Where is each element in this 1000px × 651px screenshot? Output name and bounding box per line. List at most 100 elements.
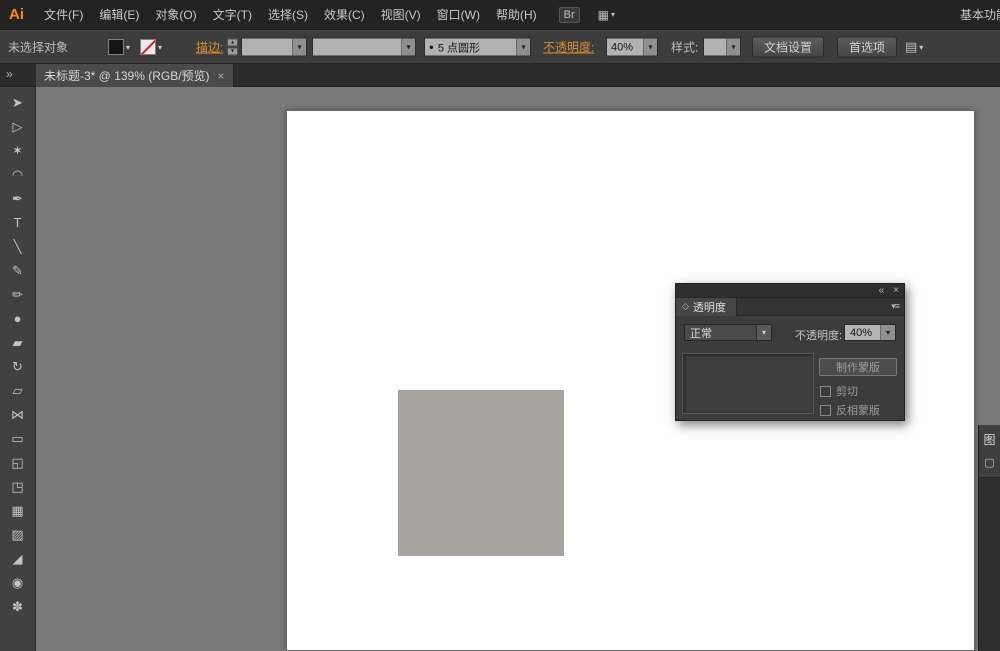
menu-item[interactable]: 选择(S) xyxy=(260,0,316,30)
panel-opacity-select[interactable]: 40% ▾ xyxy=(844,324,896,341)
bridge-icon[interactable]: Br xyxy=(559,7,580,23)
document-tab-bar: » 未标题-3* @ 139% (RGB/预览) × xyxy=(0,64,1000,87)
workspace-switcher[interactable]: 基本功能 xyxy=(960,0,1000,30)
brush-definition-select[interactable]: ●5 点圆形 ▾ xyxy=(424,38,531,57)
invert-mask-label: 反相蒙版 xyxy=(836,402,880,418)
rotate-tool[interactable]: ↻ xyxy=(5,359,31,375)
menu-item[interactable]: 编辑(E) xyxy=(91,0,147,30)
paintbrush-tool[interactable]: ✎ xyxy=(5,263,31,279)
menu-item[interactable]: 文件(F) xyxy=(36,0,91,30)
document-setup-button[interactable]: 文档设置 xyxy=(752,37,824,58)
panel-collapse-icon[interactable]: « xyxy=(879,284,885,298)
transparency-panel-header[interactable]: « × xyxy=(676,284,904,298)
clip-checkbox-row: 剪切 xyxy=(820,383,858,399)
pen-tool[interactable]: ✒ xyxy=(5,191,31,207)
tools-panel: ➤ ▷ ✶ ◠ ✒ T xyxy=(0,87,36,651)
chevron-down-icon: ▾ xyxy=(880,325,895,340)
menu-item[interactable]: 效果(C) xyxy=(316,0,373,30)
menu-item[interactable]: 窗口(W) xyxy=(429,0,488,30)
panel-menu-icon[interactable]: ▾≡ xyxy=(891,301,899,312)
eraser-tool[interactable]: ▰ xyxy=(5,335,31,351)
opacity-value: 40% xyxy=(607,39,643,56)
opacity-select[interactable]: 40% ▾ xyxy=(606,38,658,57)
shape-builder-tool[interactable]: ◱ xyxy=(5,455,31,471)
panel-opacity-value: 40% xyxy=(845,325,880,340)
style-label: 样式: xyxy=(671,39,698,56)
type-tool[interactable]: T xyxy=(5,215,31,231)
invert-mask-checkbox-row: 反相蒙版 xyxy=(820,402,880,418)
magic-wand-tool[interactable]: ✶ xyxy=(5,143,31,159)
chevron-down-icon: ▾ xyxy=(401,39,415,56)
width-tool[interactable]: ⋈ xyxy=(5,407,31,423)
pencil-tool[interactable]: ✏ xyxy=(5,287,31,303)
make-mask-button[interactable]: 制作蒙版 xyxy=(819,358,897,376)
perspective-grid-tool[interactable]: ◳ xyxy=(5,479,31,495)
illustrator-window: 图 ▢ « × ◇ 透明度 ▾≡ 正常 ▾ 不透明度: 40% xyxy=(0,0,1000,651)
right-panel-dock: 图 ▢ xyxy=(978,425,1000,651)
menu-bar: Ai 文件(F)编辑(E)对象(O)文字(T)选择(S)效果(C)视图(V)窗口… xyxy=(0,0,1000,30)
panel-tab-icon: ◇ xyxy=(682,301,689,312)
blend-tool[interactable]: ◉ xyxy=(5,575,31,591)
symbol-sprayer-tool[interactable]: ✽ xyxy=(5,599,31,615)
menu-item[interactable]: 对象(O) xyxy=(147,0,204,30)
style-select[interactable]: ▾ xyxy=(703,38,741,57)
stroke-weight-stepper[interactable]: ▴ ▾ xyxy=(227,39,238,56)
preferences-button[interactable]: 首选项 xyxy=(837,37,897,58)
gradient-tool[interactable]: ▨ xyxy=(5,527,31,543)
stroke-weight-value xyxy=(242,39,292,56)
artboard-rectangle[interactable] xyxy=(398,390,564,556)
transparency-panel-body: 正常 ▾ 不透明度: 40% ▾ 制作蒙版 剪切 反相蒙版 xyxy=(676,316,904,420)
chevron-down-icon: ▾ xyxy=(158,43,162,52)
chevron-down-icon: ▾ xyxy=(756,325,771,340)
stroke-panel-link[interactable]: 描边: xyxy=(196,39,223,56)
brush-dot-icon: ● xyxy=(429,43,434,52)
arrange-documents-control[interactable]: ▦ ▾ xyxy=(598,8,615,22)
chevron-down-icon: ▾ xyxy=(292,39,306,56)
width-profile-select[interactable]: ▾ xyxy=(312,38,416,57)
style-value xyxy=(704,39,726,56)
blob-brush-tool[interactable]: ● xyxy=(5,311,31,327)
free-transform-tool[interactable]: ▭ xyxy=(5,431,31,447)
fill-swatch-icon xyxy=(108,39,124,55)
chevron-down-icon: ▾ xyxy=(126,43,130,52)
menu-item[interactable]: 文字(T) xyxy=(205,0,260,30)
selection-status-label: 未选择对象 xyxy=(8,39,68,56)
eyedropper-tool[interactable]: ◢ xyxy=(5,551,31,567)
tools-list: ➤ ▷ ✶ ◠ ✒ T xyxy=(0,87,35,615)
document-tab-title: 未标题-3* @ 139% (RGB/预览) xyxy=(44,67,210,84)
tab-transparency[interactable]: ◇ 透明度 xyxy=(676,298,737,316)
direct-selection-tool[interactable]: ▷ xyxy=(5,119,31,135)
toolbar-collapse-button[interactable]: » xyxy=(6,67,13,81)
menu-items: 文件(F)编辑(E)对象(O)文字(T)选择(S)效果(C)视图(V)窗口(W)… xyxy=(36,0,545,30)
menu-item[interactable]: 视图(V) xyxy=(373,0,429,30)
line-segment-tool[interactable]: ╲ xyxy=(5,239,31,255)
opacity-mask-thumbnail xyxy=(682,353,814,414)
illustrator-logo: Ai xyxy=(9,6,24,23)
blend-mode-select[interactable]: 正常 ▾ xyxy=(684,324,772,341)
panel-close-icon[interactable]: × xyxy=(893,284,899,298)
stepper-up-icon[interactable]: ▴ xyxy=(227,39,238,47)
control-bar-extra-control[interactable]: ▤ ▾ xyxy=(905,39,923,55)
tab-close-icon[interactable]: × xyxy=(218,69,225,83)
transparency-panel: « × ◇ 透明度 ▾≡ 正常 ▾ 不透明度: 40% ▾ 制作蒙版 xyxy=(675,283,905,421)
mesh-tool[interactable]: ▦ xyxy=(5,503,31,519)
selection-tool[interactable]: ➤ xyxy=(5,95,31,111)
menu-item[interactable]: 帮助(H) xyxy=(488,0,545,30)
lasso-tool[interactable]: ◠ xyxy=(5,167,31,183)
clip-checkbox[interactable] xyxy=(820,386,831,397)
chevron-down-icon: ▾ xyxy=(643,39,657,56)
document-tab[interactable]: 未标题-3* @ 139% (RGB/预览) × xyxy=(36,64,234,87)
scale-tool[interactable]: ▱ xyxy=(5,383,31,399)
fill-color-control[interactable]: ▾ xyxy=(108,39,130,55)
stepper-down-icon[interactable]: ▾ xyxy=(227,48,238,56)
opacity-panel-link[interactable]: 不透明度: xyxy=(543,39,594,56)
stroke-color-control[interactable]: ▾ xyxy=(140,39,162,55)
layers-dock-label: 图 xyxy=(983,431,995,448)
chevron-down-icon: ▾ xyxy=(919,43,923,52)
stroke-weight-select[interactable]: ▾ xyxy=(241,38,307,57)
stroke-none-swatch-icon xyxy=(140,39,156,55)
layers-dock-tab[interactable]: 图 ▢ xyxy=(979,425,1000,478)
invert-mask-checkbox[interactable] xyxy=(820,405,831,416)
panel-opacity-label: 不透明度: xyxy=(795,327,842,343)
pointer-options-icon: ▤ xyxy=(905,39,917,55)
